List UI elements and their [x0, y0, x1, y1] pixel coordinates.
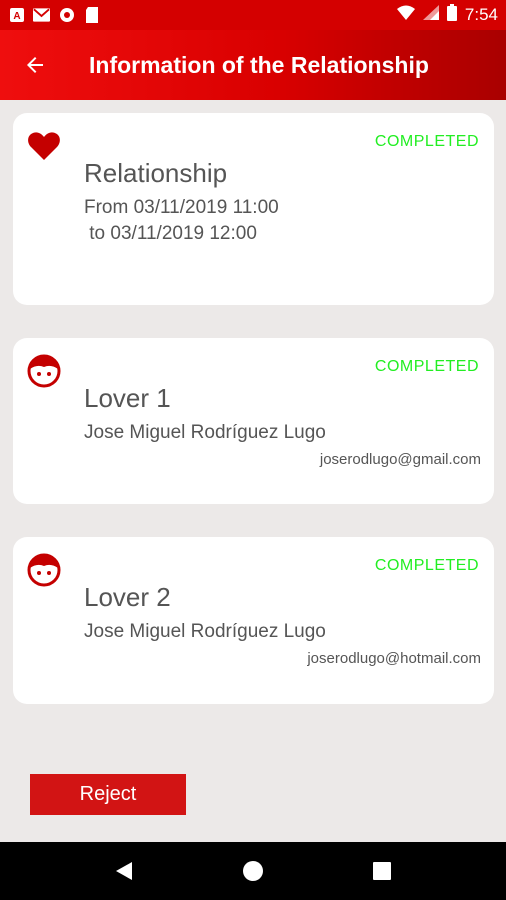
arrow-left-icon: [27, 57, 43, 73]
app-bar: Information of the Relationship: [0, 30, 506, 100]
lover-name: Jose Miguel Rodríguez Lugo: [84, 422, 326, 443]
app-notification-icon: A: [8, 7, 25, 24]
notification-icons: A: [8, 7, 100, 24]
heart-icon: [28, 132, 60, 160]
lover-name: Jose Miguel Rodríguez Lugo: [84, 621, 326, 642]
date-from: From 03/11/2019 11:00: [84, 197, 279, 218]
status-badge: COMPLETED: [374, 557, 479, 574]
nav-recents-button[interactable]: [360, 849, 404, 893]
card-title: Relationship: [84, 158, 228, 188]
relationship-card: COMPLETED Relationship From 03/11/2019 1…: [13, 113, 494, 305]
lover-2-card: COMPLETED Lover 2 Jose Miguel Rodríguez …: [13, 537, 494, 704]
system-status: 7:54: [396, 4, 498, 26]
status-badge: COMPLETED: [374, 133, 479, 150]
face-icon: [27, 553, 61, 587]
square-recents-icon: [372, 862, 391, 880]
page-title: Information of the Relationship: [89, 51, 429, 78]
lover-email: joserodlugo@hotmail.com: [307, 650, 481, 667]
triangle-back-icon: [116, 862, 133, 880]
sd-card-icon: [83, 7, 100, 24]
date-to: to 03/11/2019 12:00: [84, 223, 257, 244]
card-title: Lover 2: [84, 582, 171, 612]
system-nav-bar: [0, 842, 506, 900]
gmail-icon: [33, 7, 50, 24]
back-button[interactable]: [0, 30, 70, 100]
wifi-icon: [396, 5, 415, 25]
circle-home-icon: [242, 861, 263, 881]
svg-text:A: A: [13, 11, 20, 22]
signal-icon: [422, 5, 439, 25]
lover-email: joserodlugo@gmail.com: [319, 451, 481, 468]
chrome-icon: [58, 7, 75, 24]
nav-back-button[interactable]: [102, 849, 146, 893]
face-icon: [27, 354, 61, 388]
card-title: Lover 1: [84, 383, 171, 413]
clock: 7:54: [464, 5, 498, 24]
battery-icon: [446, 4, 457, 26]
status-badge: COMPLETED: [374, 358, 479, 375]
nav-home-button[interactable]: [231, 849, 275, 893]
status-bar: A 7:54: [0, 0, 506, 30]
reject-button[interactable]: Reject: [30, 774, 186, 815]
lover-1-card: COMPLETED Lover 1 Jose Miguel Rodríguez …: [13, 338, 494, 504]
